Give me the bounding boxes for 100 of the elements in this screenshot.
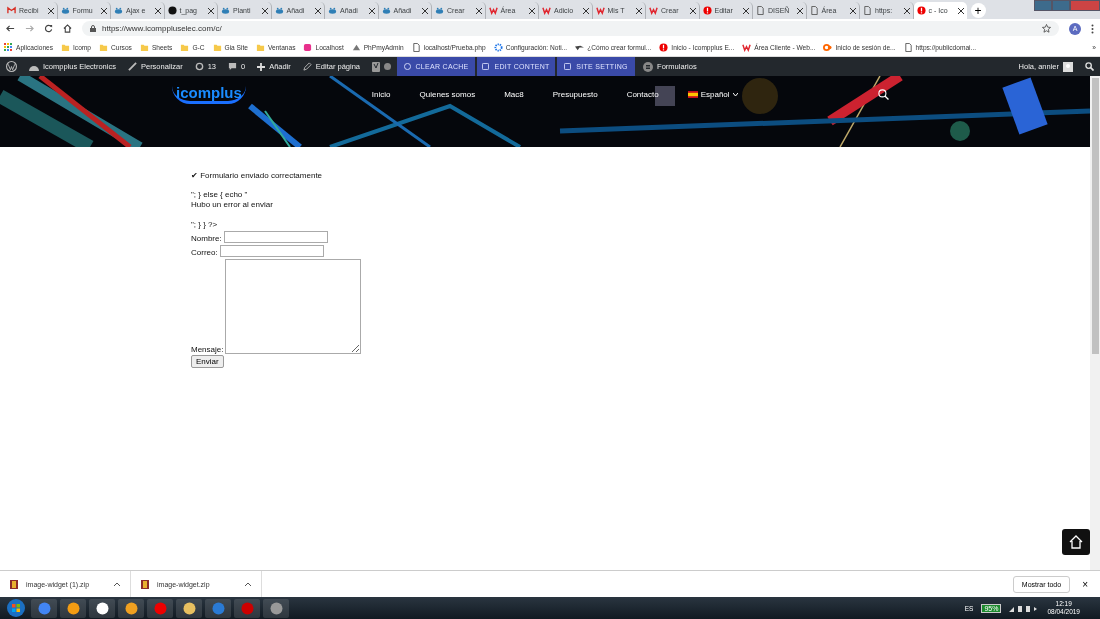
cloud-icon xyxy=(328,6,337,15)
page-icon xyxy=(863,6,872,15)
page-icon xyxy=(411,42,421,52)
cloud-icon xyxy=(435,6,444,15)
back-icon[interactable] xyxy=(6,24,15,33)
folder-icon xyxy=(212,42,222,52)
app-icon xyxy=(95,601,109,615)
reload-icon[interactable] xyxy=(44,24,53,33)
caret-icon xyxy=(245,582,251,586)
app-icon xyxy=(240,601,254,615)
star-icon[interactable] xyxy=(1042,24,1051,33)
archive-icon xyxy=(10,579,18,589)
page-icon xyxy=(903,42,913,52)
cloud-icon xyxy=(274,6,284,15)
app-icon xyxy=(66,601,80,615)
close-icon[interactable] xyxy=(957,7,964,14)
site-logo[interactable]: icomplus xyxy=(172,86,246,104)
message-field[interactable] xyxy=(225,259,362,354)
close-button[interactable]: × xyxy=(1076,577,1094,591)
pencil-icon xyxy=(302,62,312,71)
cloud-icon xyxy=(60,6,70,15)
cloud-icon xyxy=(381,6,391,15)
new-tab-button[interactable]: + xyxy=(970,3,986,18)
close-icon[interactable] xyxy=(422,7,428,14)
close-icon[interactable] xyxy=(903,7,910,14)
close-icon[interactable] xyxy=(689,7,696,14)
url-text: https://www.icomppluselec.com/c/ xyxy=(102,24,222,33)
y-icon[interactable] xyxy=(372,61,381,72)
home-icon xyxy=(1069,535,1083,549)
close-icon[interactable] xyxy=(743,7,749,14)
search-icon[interactable] xyxy=(1085,62,1094,71)
cloud-icon xyxy=(114,6,123,15)
app-icon xyxy=(37,601,51,615)
app-icon xyxy=(153,601,167,615)
close-icon[interactable] xyxy=(796,7,803,14)
close-icon[interactable] xyxy=(582,7,589,14)
error-message: Hubo un error al enviar xyxy=(191,200,273,211)
menu-icon[interactable] xyxy=(1091,23,1094,34)
nav-link[interactable]: Quienes somos xyxy=(419,90,476,99)
home-icon[interactable] xyxy=(63,24,72,33)
text-field[interactable] xyxy=(219,245,324,257)
wordpress-icon[interactable] xyxy=(6,61,17,72)
action-icon xyxy=(403,63,411,70)
close-icon[interactable] xyxy=(315,7,321,14)
close-icon[interactable] xyxy=(101,7,107,14)
w-icon xyxy=(488,6,498,15)
close-icon[interactable] xyxy=(475,7,482,14)
taskbar-app[interactable] xyxy=(176,598,202,618)
code-text: "; } else { echo " xyxy=(191,189,248,200)
w-icon xyxy=(542,6,551,15)
apps-icon xyxy=(4,42,13,52)
close-icon[interactable] xyxy=(154,7,161,14)
user-avatar-icon xyxy=(1063,61,1073,72)
nav-link[interactable]: Contacto xyxy=(626,90,659,99)
folder-icon xyxy=(180,42,190,52)
submit-button[interactable]: Enviar xyxy=(191,355,224,368)
success-message: ✔ Formulario enviado correctamente xyxy=(191,171,323,182)
alert-icon xyxy=(916,6,926,15)
plus-icon xyxy=(257,62,266,71)
start-button[interactable] xyxy=(4,598,28,618)
status-dot-icon xyxy=(384,63,392,70)
close-icon[interactable] xyxy=(261,7,268,14)
w-icon xyxy=(595,6,605,15)
app-icon xyxy=(182,601,196,615)
flag-icon xyxy=(687,91,698,98)
text-field[interactable] xyxy=(223,231,328,243)
gear-icon xyxy=(493,42,503,52)
list-icon xyxy=(643,61,654,72)
close-icon[interactable] xyxy=(208,7,214,14)
app-icon xyxy=(211,601,225,615)
cp-icon xyxy=(823,42,833,52)
caret-icon xyxy=(732,92,738,97)
w-icon xyxy=(649,6,658,15)
taskbar-app[interactable] xyxy=(118,598,144,618)
language-menu[interactable]: Español xyxy=(687,90,738,99)
scroll-top-button[interactable] xyxy=(1062,529,1090,555)
folder-icon xyxy=(99,42,108,52)
comment-icon xyxy=(228,62,237,71)
address-bar[interactable]: https://www.icomppluselec.com/c/ xyxy=(82,21,1059,36)
search-icon[interactable] xyxy=(877,89,889,100)
folder-icon xyxy=(139,42,149,52)
mail-icon xyxy=(7,6,16,15)
taskbar-app[interactable] xyxy=(60,598,86,618)
taskbar-app[interactable] xyxy=(89,598,115,618)
scrollbar-thumb[interactable] xyxy=(1091,78,1099,354)
folder-icon xyxy=(61,42,71,52)
action-icon xyxy=(564,63,572,70)
close-icon[interactable] xyxy=(47,7,54,14)
nav-link[interactable]: Presupuesto xyxy=(552,90,598,99)
field-label: Nombre: xyxy=(191,233,222,244)
close-icon[interactable] xyxy=(850,7,856,14)
caret-icon xyxy=(114,582,120,586)
app-icon xyxy=(269,601,283,615)
close-icon[interactable] xyxy=(529,7,535,14)
nav-link[interactable]: Inicio xyxy=(371,90,391,99)
w-icon xyxy=(742,42,752,52)
close-icon[interactable] xyxy=(636,7,642,14)
nav-link[interactable]: Mac8 xyxy=(504,90,524,99)
close-icon[interactable] xyxy=(368,7,375,14)
brush-icon xyxy=(127,62,137,71)
